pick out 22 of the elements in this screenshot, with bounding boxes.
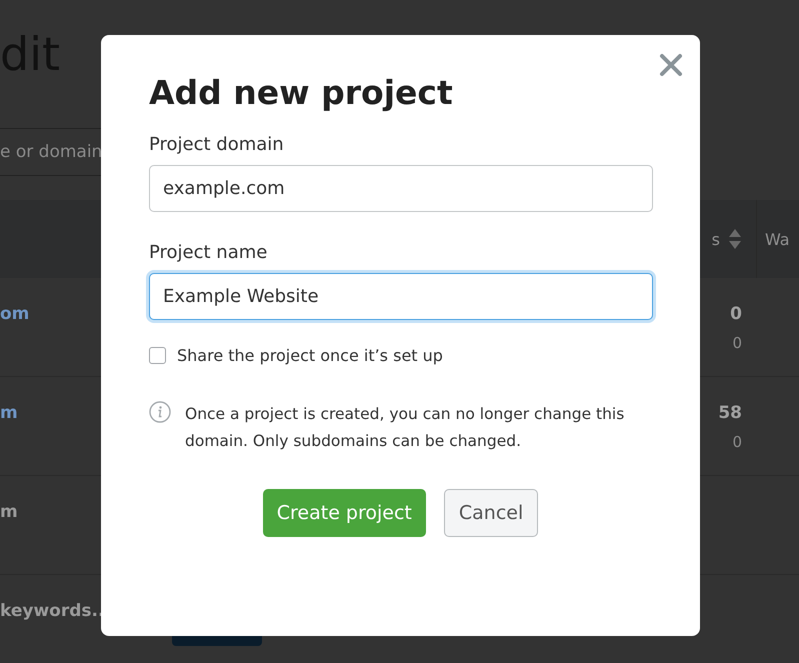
- project-name: keywords..: [0, 600, 104, 623]
- column-header: s: [712, 230, 720, 248]
- table-subvalue: 0: [731, 433, 742, 451]
- field-label: Project name: [149, 242, 268, 263]
- project-link[interactable]: om: [0, 278, 30, 376]
- table-value: 58: [717, 403, 742, 423]
- text-field[interactable]: Example Website: [149, 273, 653, 320]
- table-subvalue: 0: [731, 334, 742, 352]
- project-link[interactable]: m: [0, 377, 18, 475]
- checkbox[interactable]: [149, 347, 166, 364]
- close-icon[interactable]: [659, 53, 683, 77]
- info-text: Once a project is created, you can no longer change this domain. Only subdomains can be changed.: [185, 404, 626, 452]
- table-value: 0: [729, 304, 742, 324]
- cancel-button[interactable]: Cancel: [444, 489, 538, 537]
- checkbox-label[interactable]: Share the project once it’s set up: [177, 346, 443, 365]
- info-icon: [149, 401, 171, 423]
- sort-icon: [728, 228, 742, 250]
- text-field[interactable]: example.com: [149, 165, 653, 212]
- column-header: Wa: [764, 230, 791, 248]
- field-label: Project domain: [149, 134, 285, 155]
- dialog-title: Add new project: [149, 73, 454, 112]
- project-name: m: [0, 501, 18, 524]
